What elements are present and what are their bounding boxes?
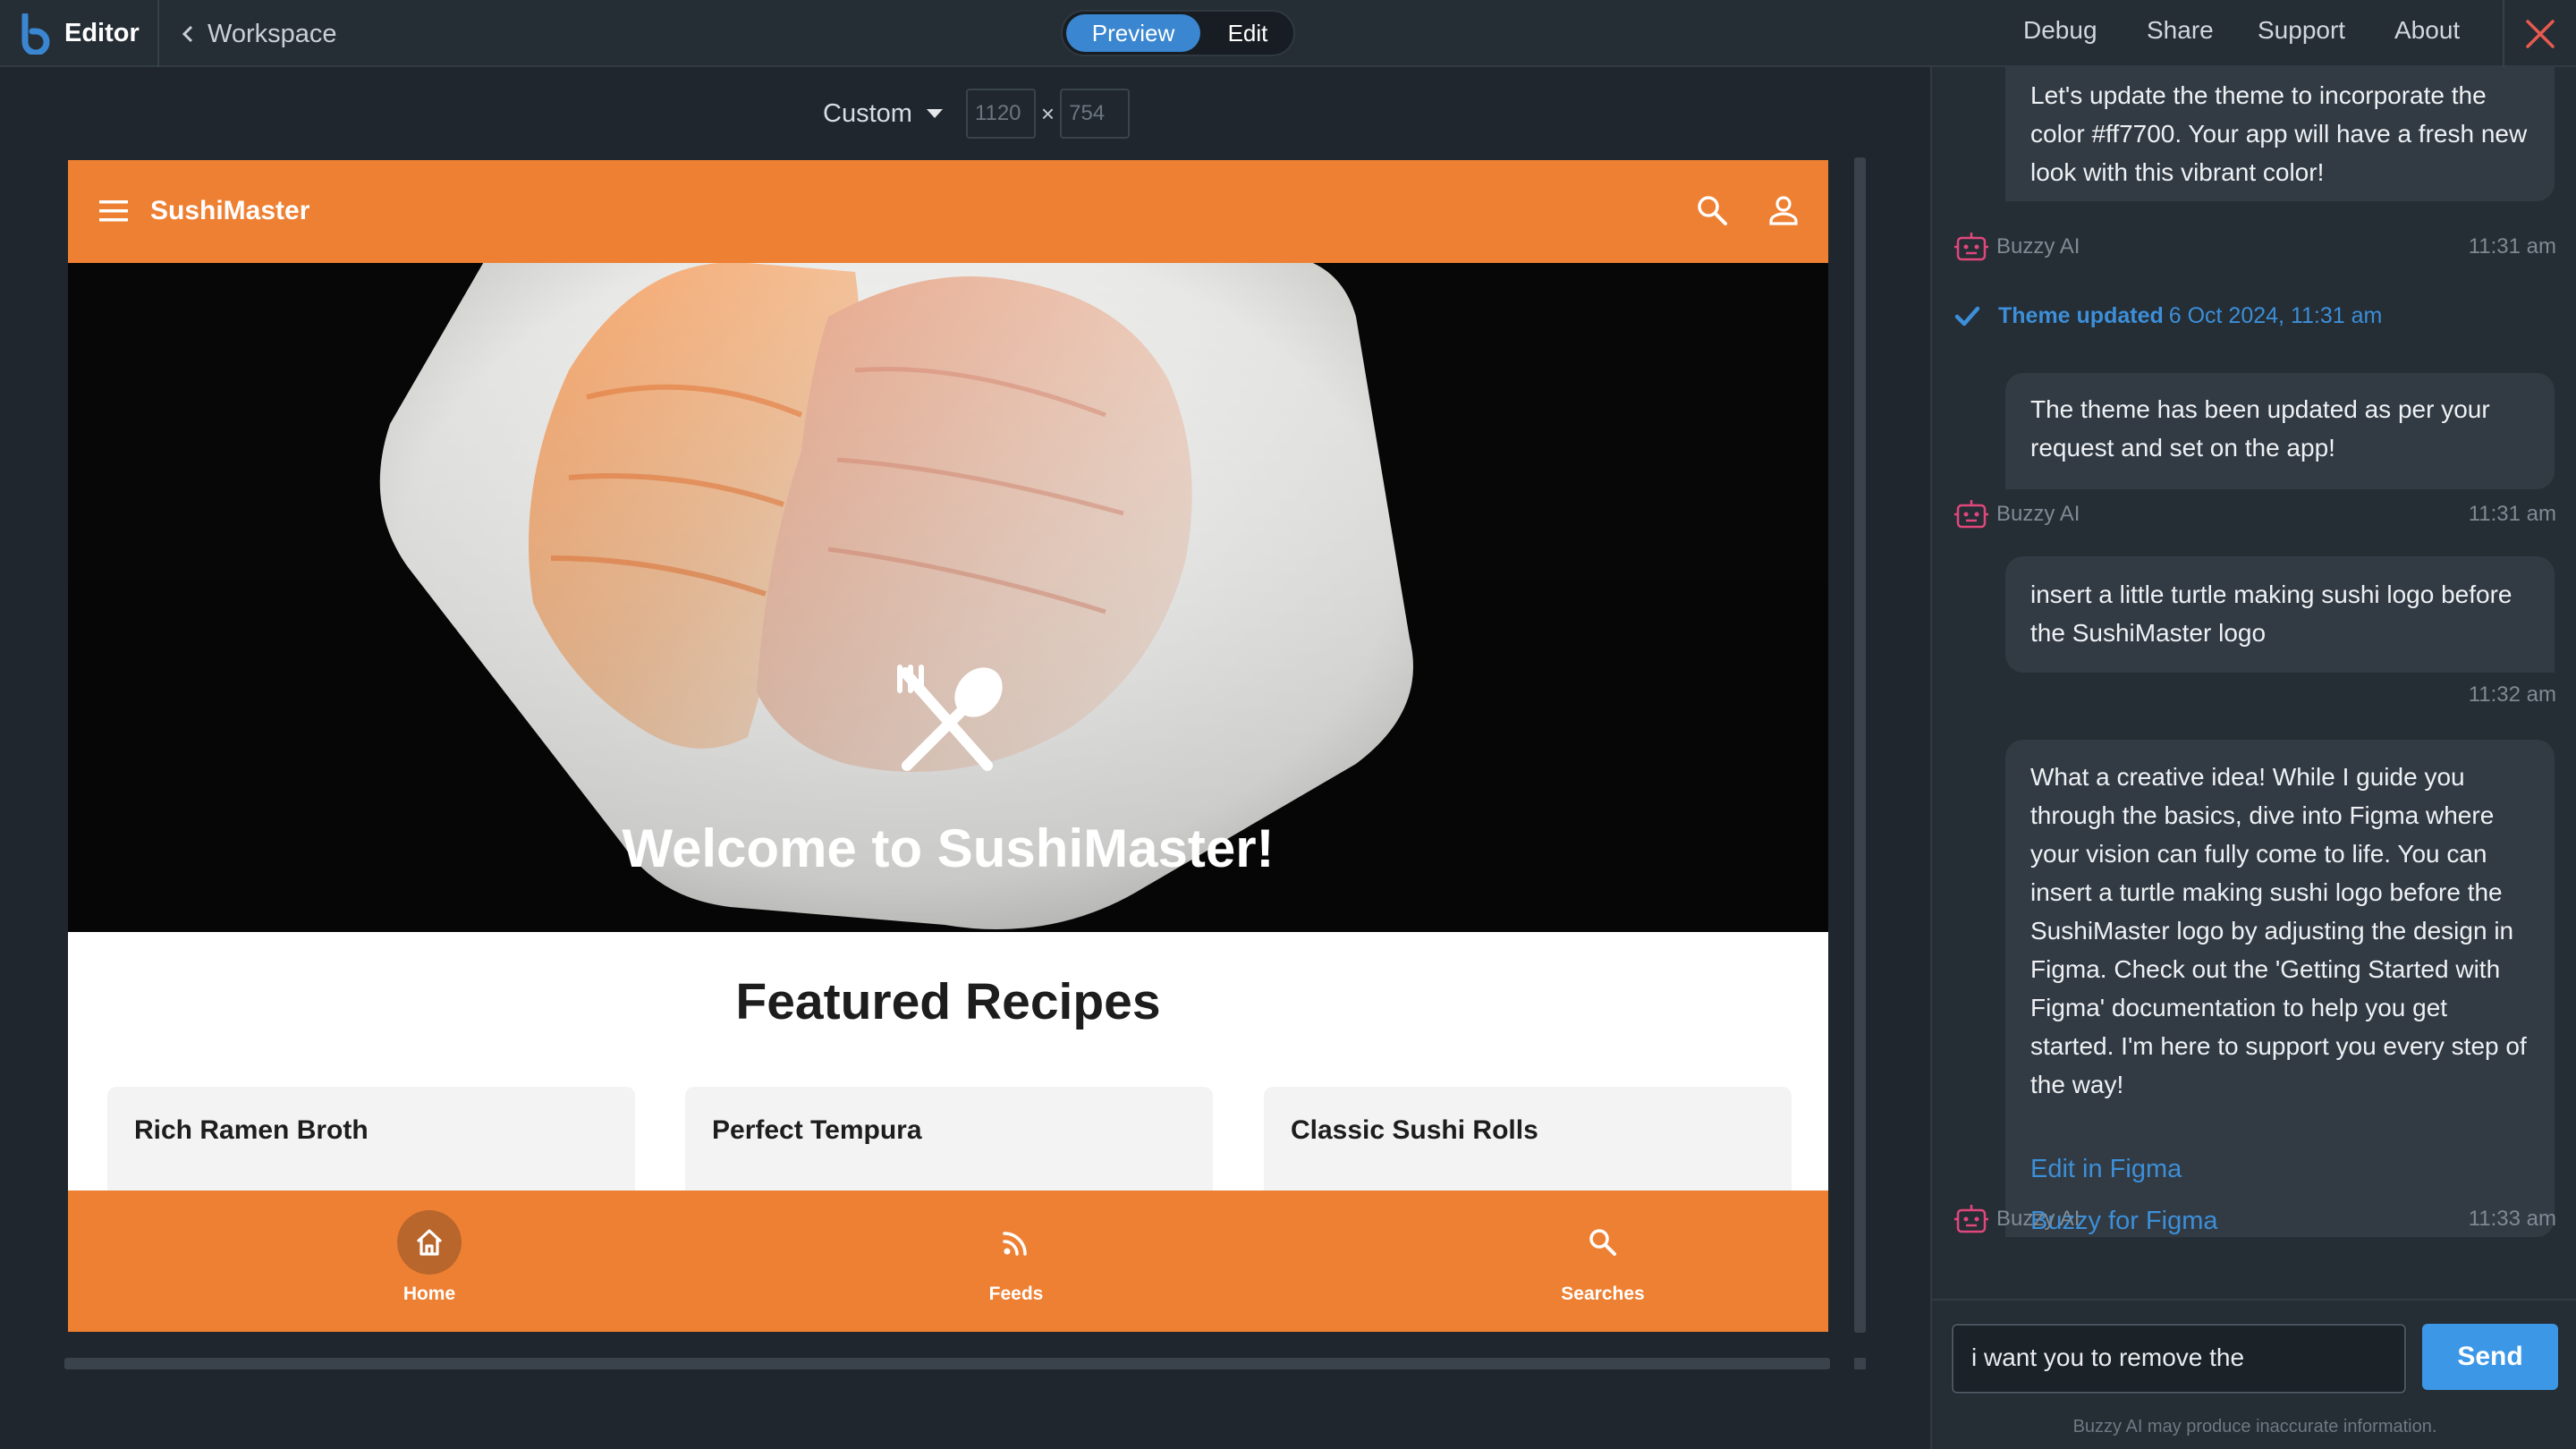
- close-icon: [2526, 19, 2555, 48]
- message-meta: Buzzy AI 11:33 am: [1953, 1201, 2556, 1237]
- dimension-separator: ×: [1040, 99, 1055, 127]
- bottom-navigation: Home Feeds Searches: [68, 1191, 1828, 1332]
- ai-message: What a creative idea! While I guide you …: [2005, 740, 2555, 1237]
- rss-icon: [1003, 1232, 1027, 1256]
- bot-icon: [1954, 1205, 1988, 1233]
- user-message: insert a little turtle making sushi logo…: [2005, 556, 2555, 673]
- search-icon[interactable]: [1694, 192, 1730, 228]
- bottom-nav-label: Feeds: [988, 1284, 1044, 1304]
- bot-icon: [1954, 233, 1988, 261]
- bottom-nav-home[interactable]: Home: [340, 1191, 519, 1332]
- device-toolbar: Custom ×: [823, 88, 1131, 140]
- bottom-nav-label: Home: [402, 1284, 456, 1304]
- hamburger-menu-icon[interactable]: [97, 194, 131, 228]
- event-label: Theme updated: [1998, 302, 2164, 328]
- chat-input[interactable]: i want you to remove the: [1952, 1324, 2406, 1394]
- preview-mode-button[interactable]: Preview: [1066, 14, 1200, 52]
- message-time: 11:33 am: [2468, 1207, 2556, 1231]
- fork-spoon-icon: [897, 665, 1003, 771]
- recipe-title: Perfect Tempura: [712, 1115, 922, 1145]
- message-meta: 11:32 am: [1953, 677, 2556, 713]
- close-button[interactable]: [2503, 0, 2576, 67]
- width-input[interactable]: [965, 89, 1036, 139]
- buzzy-logo-icon: [21, 13, 50, 55]
- divider: [157, 0, 159, 67]
- ai-disclaimer: Buzzy AI may produce inaccurate informat…: [2072, 1417, 2437, 1436]
- ai-message: The theme has been updated as per your r…: [2005, 373, 2555, 489]
- send-button[interactable]: Send: [2422, 1324, 2558, 1390]
- sender-name: Buzzy AI: [1996, 234, 2080, 258]
- edit-in-figma-link[interactable]: Edit in Figma: [2030, 1151, 2182, 1187]
- recipe-title: Classic Sushi Rolls: [1291, 1115, 1538, 1145]
- message-time: 11:32 am: [2468, 682, 2556, 707]
- home-icon-wrap: [397, 1210, 462, 1275]
- checkmark-icon: [1954, 306, 1980, 326]
- top-bar: Editor Workspace Preview Edit Debug Shar…: [0, 0, 2576, 67]
- ai-message-text: What a creative idea! While I guide you …: [2030, 763, 2527, 1098]
- brand-title: Editor: [64, 19, 140, 47]
- rss-icon-wrap: [984, 1210, 1048, 1275]
- height-input[interactable]: [1060, 89, 1131, 139]
- message-time: 11:31 am: [2468, 234, 2556, 258]
- nav-support[interactable]: Support: [2258, 16, 2345, 45]
- back-to-workspace-link[interactable]: Workspace: [179, 16, 337, 52]
- message-meta: Buzzy AI 11:31 am: [1953, 496, 2556, 532]
- mode-toggle: Preview Edit: [1061, 10, 1295, 56]
- device-size-select[interactable]: Custom: [823, 99, 945, 129]
- hero-title: Welcome to SushiMaster!: [622, 818, 1275, 878]
- brand[interactable]: Editor: [20, 9, 140, 58]
- featured-recipes-heading: Featured Recipes: [735, 973, 1161, 1030]
- recipe-title: Rich Ramen Broth: [134, 1115, 369, 1145]
- home-icon: [416, 1229, 443, 1256]
- edit-mode-button[interactable]: Edit: [1206, 14, 1290, 52]
- chat-composer: i want you to remove the Send Buzzy AI m…: [1932, 1299, 2576, 1449]
- ai-chat-panel: Let's update the theme to incorporate th…: [1930, 67, 2576, 1449]
- search-icon-wrap: [1571, 1210, 1635, 1275]
- search-icon: [1589, 1229, 1616, 1256]
- sender-name: Buzzy AI: [1996, 502, 2080, 526]
- theme-updated-event: Theme updated 6 Oct 2024, 11:31 am: [1953, 298, 2382, 334]
- hero-banner: Welcome to SushiMaster!: [68, 263, 1828, 932]
- vertical-scrollbar[interactable]: [1854, 157, 1866, 1333]
- back-label: Workspace: [208, 19, 337, 48]
- app-preview-frame: SushiMaster Welcome to SushiMaster! Feat…: [68, 160, 1828, 1332]
- bottom-nav-searches[interactable]: Searches: [1513, 1191, 1692, 1332]
- app-title: SushiMaster: [150, 196, 310, 225]
- nav-about[interactable]: About: [2394, 16, 2460, 45]
- sender-name: Buzzy AI: [1996, 1207, 2080, 1231]
- nav-debug[interactable]: Debug: [2023, 16, 2097, 45]
- caret-down-icon: [926, 109, 943, 118]
- horizontal-scrollbar[interactable]: [64, 1358, 1830, 1369]
- bottom-nav-feeds[interactable]: Feeds: [927, 1191, 1106, 1332]
- bot-icon: [1954, 500, 1988, 529]
- bottom-nav-label: Searches: [1561, 1284, 1645, 1304]
- nav-share[interactable]: Share: [2147, 16, 2214, 45]
- account-icon[interactable]: [1766, 192, 1801, 228]
- ai-message: Let's update the theme to incorporate th…: [2005, 67, 2555, 201]
- device-size-label: Custom: [823, 98, 912, 128]
- event-time: 6 Oct 2024, 11:31 am: [2168, 302, 2383, 328]
- app-header: SushiMaster: [68, 160, 1828, 263]
- message-time: 11:31 am: [2468, 502, 2556, 526]
- scrollbar-corner: [1854, 1358, 1866, 1369]
- message-meta: Buzzy AI 11:31 am: [1953, 229, 2556, 265]
- chevron-left-icon: [182, 25, 193, 43]
